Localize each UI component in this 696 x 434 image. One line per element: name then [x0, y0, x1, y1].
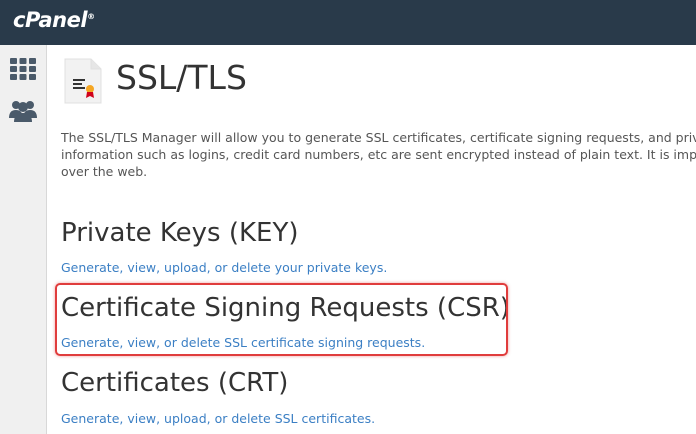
private-keys-link[interactable]: Generate, view, upload, or delete your p… [61, 260, 387, 275]
description-line: information such as logins, credit card … [61, 147, 696, 162]
top-navbar: cPanel® [0, 0, 696, 45]
page-description: The SSL/TLS Manager will allow you to ge… [61, 129, 696, 180]
grid-icon[interactable] [9, 57, 37, 81]
section-title-certificates: Certificates (CRT) [61, 368, 289, 398]
users-icon[interactable] [9, 98, 37, 122]
section-title-private-keys: Private Keys (KEY) [61, 218, 299, 248]
logo-text: cPanel [13, 8, 88, 32]
sidebar [0, 45, 47, 434]
page-title: SSL/TLS [116, 58, 247, 97]
cpanel-logo[interactable]: cPanel® [13, 8, 95, 32]
csr-highlight-annotation [55, 283, 508, 356]
logo-registered-mark: ® [87, 12, 95, 21]
main-content: SSL/TLS The SSL/TLS Manager will allow y… [48, 45, 696, 434]
description-line: The SSL/TLS Manager will allow you to ge… [61, 130, 696, 145]
description-line: over the web. [61, 164, 148, 179]
certificate-document-icon [64, 58, 102, 104]
certificates-link[interactable]: Generate, view, upload, or delete SSL ce… [61, 411, 375, 426]
